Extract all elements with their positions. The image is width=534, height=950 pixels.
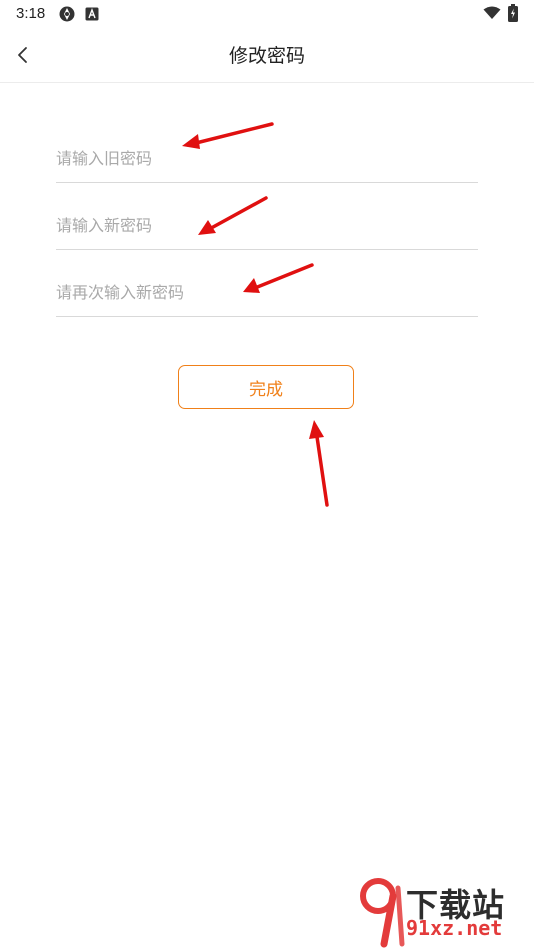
confirm-password-field (56, 256, 478, 317)
new-password-input[interactable] (56, 216, 478, 235)
wifi-icon (483, 6, 501, 19)
status-bar: 3:18 (0, 0, 534, 28)
done-button[interactable]: 完成 (178, 365, 354, 409)
app-header: 修改密码 (0, 28, 534, 83)
confirm-password-input[interactable] (56, 283, 478, 302)
status-time: 3:18 (16, 5, 46, 22)
watermark-bottom-text: 91xz.net (406, 916, 503, 940)
watermark-logo: 下载站 91xz.net (354, 870, 534, 950)
watermark-91-logo-icon (360, 878, 405, 948)
old-password-input[interactable] (56, 149, 478, 168)
a-notification-icon (85, 7, 99, 21)
battery-charging-icon (508, 4, 518, 22)
old-password-field (56, 122, 478, 183)
sync-icon (59, 6, 75, 22)
arrow-to-done-button (314, 428, 329, 507)
change-password-screen: 3:18 修改密码 完成 下载站 91xz.net (0, 0, 534, 950)
new-password-field (56, 189, 478, 250)
page-title: 修改密码 (228, 45, 305, 67)
